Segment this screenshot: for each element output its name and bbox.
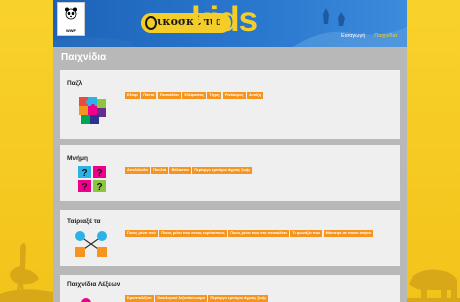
main-nav: Εισαγωγή Παιχνίδια: [341, 33, 397, 39]
word-games-list: Κρυπτολέξιτο Οικολογικό λεξιπύκνωσμα Περ…: [125, 295, 397, 302]
puzzle-icon: [79, 97, 106, 124]
game-link[interactable]: Θάλασσα: [169, 167, 191, 174]
game-link[interactable]: Ελάφι: [125, 92, 140, 99]
memory-list: Απολιθώθα Πουλιά Θάλασσα Περίεργο εμπόρι…: [125, 167, 397, 174]
game-link[interactable]: Πάντα: [141, 92, 157, 99]
game-link[interactable]: Τίγρη: [207, 92, 222, 99]
game-link[interactable]: Ρινόκερος: [222, 92, 246, 99]
matching-list: Ποιος μένει πού Ποιος μένει που στους ευ…: [125, 230, 397, 237]
section-matching: Ταίριαξέ τα Ποιος μένει πού Ποιος μένει …: [60, 210, 400, 266]
section-memory: Μνήμη ? ? ? ? Απολιθώθα Πουλιά Θάλασσα Π…: [60, 145, 400, 201]
site-header: WWF ικοσκόπιο kids Εισαγωγή Παιχνίδια: [53, 0, 407, 47]
section-title: Ταίριαξέ τα: [67, 218, 101, 225]
game-link[interactable]: Ποιος μένει που στους ευρύτοπους: [159, 230, 227, 237]
game-link[interactable]: Πουλιά: [151, 167, 168, 174]
svg-text:?: ?: [81, 168, 87, 179]
nav-games[interactable]: Παιχνίδια: [374, 33, 397, 39]
memory-cards-icon: ? ? ? ?: [78, 166, 106, 193]
game-link[interactable]: Πεσκαλάκι: [157, 92, 181, 99]
section-title: Παζλ: [67, 80, 83, 87]
game-link[interactable]: Μάντεψε σε ποιον ανήκει: [323, 230, 374, 237]
game-link[interactable]: Ποιος μένει που στο πεσκαλάκι: [228, 230, 289, 237]
svg-text:?: ?: [96, 168, 102, 179]
game-link[interactable]: Τι φωνάζει που: [290, 230, 323, 237]
game-link[interactable]: Οικολογικό λεξιπύκνωσμα: [155, 295, 207, 302]
game-link[interactable]: Περίεργο εμπόριο άγριας ζωής: [192, 167, 253, 174]
rhino-silhouette-icon: [407, 269, 460, 302]
logo-kids[interactable]: kids: [191, 0, 258, 40]
page-title: Παιχνίδια: [61, 52, 107, 63]
game-link[interactable]: Απολιθώθα: [125, 167, 150, 174]
right-decoration: [407, 0, 460, 302]
svg-text:?: ?: [81, 182, 87, 193]
main-page: WWF ικοσκόπιο kids Εισαγωγή Παιχνίδια Πα…: [53, 0, 407, 302]
puzzle-list: Ελάφι Πάντα Πεσκαλάκι Ελέφαντας Τίγρη Ρι…: [125, 92, 397, 99]
nav-intro[interactable]: Εισαγωγή: [341, 33, 365, 39]
game-link[interactable]: Ανοίξη: [247, 92, 264, 99]
game-link[interactable]: Ελέφαντας: [182, 92, 206, 99]
section-title: Παιχνίδια Λέξεων: [67, 281, 121, 288]
game-link[interactable]: Ποιος μένει πού: [125, 230, 158, 237]
matching-icon: [75, 231, 107, 257]
ostrich-silhouette-icon: [0, 243, 53, 302]
left-decoration: [0, 0, 53, 302]
section-word-games: Παιχνίδια Λέξεων Κρυπτολέξιτο Οικολογικό…: [60, 275, 400, 302]
section-title: Μνήμη: [67, 155, 88, 162]
svg-text:?: ?: [96, 182, 102, 193]
globe-icon: [145, 16, 157, 30]
section-puzzle: Παζλ Ελάφι Πάντα Πεσκαλάκι Ελέφαντας Τίγ…: [60, 70, 400, 139]
game-link[interactable]: Περίεργο εμπόριο άγριας ζωής: [208, 295, 269, 302]
game-link[interactable]: Κρυπτολέξιτο: [125, 295, 154, 302]
words-icon: [81, 298, 91, 302]
